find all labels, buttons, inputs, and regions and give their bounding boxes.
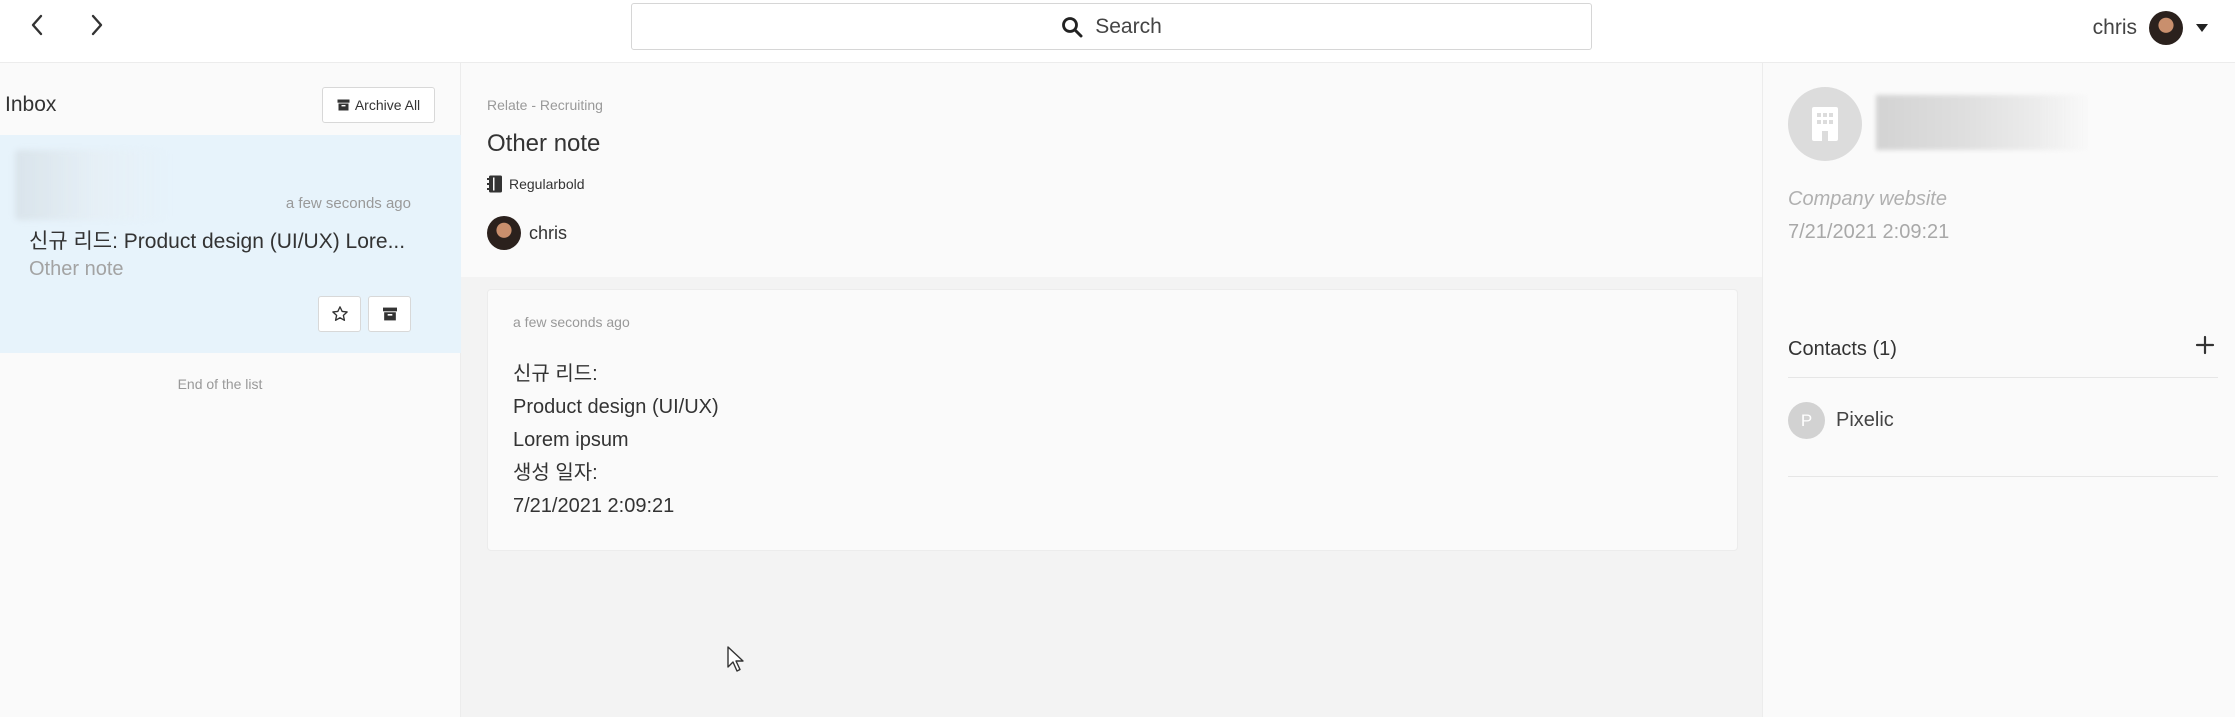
- chevron-left-icon: [31, 14, 43, 36]
- plus-icon[interactable]: [2193, 333, 2217, 357]
- forward-button[interactable]: [82, 10, 112, 40]
- end-of-list-label: End of the list: [177, 376, 263, 392]
- contacts-title: Contacts (1): [1788, 338, 1897, 360]
- search-label: Search: [1095, 14, 1162, 38]
- archive-button[interactable]: [368, 296, 411, 332]
- chevron-right-icon: [91, 14, 103, 36]
- avatar: [2149, 11, 2183, 45]
- note-author-name: chris: [529, 222, 568, 243]
- inbox-item-subtitle: Other note: [29, 258, 124, 280]
- divider: [1788, 476, 2218, 477]
- note-panel: Relate - Recruiting Other note Regularbo…: [461, 63, 1762, 717]
- archive-box-icon: [337, 99, 350, 111]
- company-panel: Company website 7/21/2021 2:09:21 Contac…: [1762, 63, 2235, 717]
- inbox-panel: Inbox Archive All a few seconds ago 신규 리…: [0, 63, 461, 717]
- back-button[interactable]: [22, 10, 52, 40]
- notebook-tag[interactable]: Regularbold: [487, 175, 585, 193]
- note-line: Product design (UI/UX): [513, 396, 719, 418]
- search-bar[interactable]: Search: [631, 3, 1592, 50]
- note-line: Lorem ipsum: [513, 429, 629, 451]
- company-date: 7/21/2021 2:09:21: [1788, 221, 1950, 243]
- caret-down-icon[interactable]: [2195, 23, 2209, 33]
- contact-avatar: P: [1788, 402, 1825, 439]
- building-icon: [1812, 107, 1838, 141]
- inbox-item-title: 신규 리드: Product design (UI/UX) Lore...: [29, 230, 406, 253]
- note-line: 7/21/2021 2:09:21: [513, 495, 675, 517]
- company-avatar: [1788, 87, 1862, 161]
- star-outline-icon: [331, 306, 348, 321]
- note-author[interactable]: chris: [487, 216, 567, 250]
- inbox-title: Inbox: [5, 93, 57, 116]
- note-line: 생성 일자:: [513, 462, 598, 484]
- note-time: a few seconds ago: [513, 314, 630, 330]
- notebook-icon: [487, 175, 502, 193]
- note-line: 신규 리드:: [513, 363, 598, 385]
- top-bar: Search chris: [0, 0, 2235, 63]
- archive-box-icon: [382, 307, 397, 321]
- breadcrumb[interactable]: Relate - Recruiting: [487, 97, 603, 113]
- user-name: chris: [2092, 16, 2137, 39]
- note-body[interactable]: 신규 리드: Product design (UI/UX) Lorem ipsu…: [513, 358, 719, 523]
- divider: [1788, 377, 2218, 378]
- inbox-item-time: a few seconds ago: [285, 195, 411, 212]
- note-header: Relate - Recruiting Other note Regularbo…: [461, 63, 1762, 277]
- archive-all-label: Archive All: [354, 97, 421, 113]
- archive-all-button[interactable]: Archive All: [322, 87, 435, 123]
- notebook-tag-label: Regularbold: [509, 176, 585, 192]
- note-content-card: a few seconds ago 신규 리드: Product design …: [487, 289, 1738, 551]
- contact-name: Pixelic: [1836, 409, 1894, 431]
- user-menu[interactable]: chris: [2093, 9, 2209, 47]
- blurred-company-name: [1876, 95, 2091, 150]
- page-title: Other note: [487, 130, 601, 157]
- search-icon: [1062, 16, 1083, 37]
- star-button[interactable]: [318, 296, 361, 332]
- mouse-pointer-icon: [727, 646, 744, 672]
- avatar: [487, 216, 521, 250]
- company-website-field[interactable]: Company website: [1788, 188, 1947, 211]
- blurred-company-logo: [15, 150, 170, 220]
- contact-item[interactable]: P Pixelic: [1788, 402, 1894, 439]
